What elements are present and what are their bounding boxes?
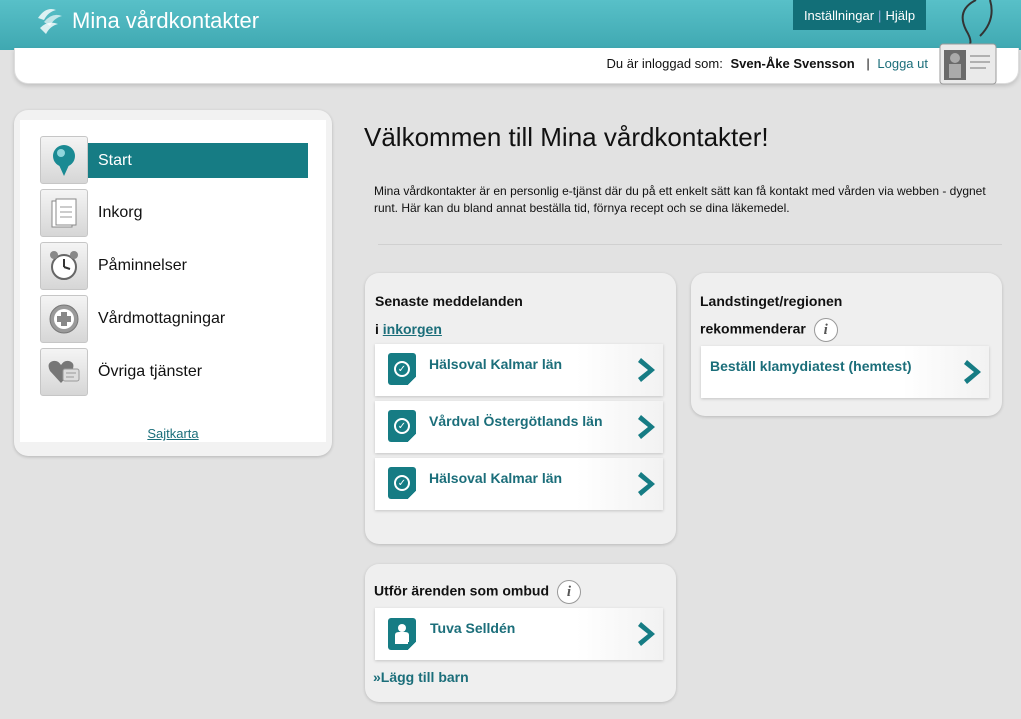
message-card[interactable]: ✓ Hälsoval Kalmar län bbox=[375, 458, 663, 510]
agent-panel-title: Utför ärenden som ombud i bbox=[374, 580, 581, 604]
separator: | bbox=[866, 56, 870, 71]
separator: | bbox=[878, 7, 882, 23]
agent-person-card[interactable]: Tuva Selldén bbox=[375, 608, 663, 660]
sitemap-link[interactable]: Sajtkarta bbox=[20, 426, 326, 441]
region-panel-title-text: rekommenderar bbox=[700, 320, 806, 337]
sidebar-item-label: Vårdmottagningar bbox=[98, 310, 226, 327]
app-title: Mina vårdkontakter bbox=[72, 8, 260, 33]
chevron-right-icon bbox=[638, 622, 655, 646]
divider bbox=[378, 244, 1002, 245]
sidebar-nav: Start Inkorg Påminnelser Vårdmottagninga… bbox=[20, 120, 326, 442]
messages-panel-title: Senaste meddelanden bbox=[375, 293, 523, 309]
user-info: Du är inloggad som: Sven-Åke Svensson | … bbox=[607, 56, 929, 71]
map-pin-icon bbox=[40, 136, 88, 184]
info-icon[interactable]: i bbox=[813, 318, 838, 342]
sidebar-item-label: Inkorg bbox=[98, 204, 143, 221]
sidebar-item-label: Start bbox=[88, 142, 308, 178]
subtitle-prefix: i bbox=[375, 321, 379, 337]
sidebar-item-ovriga-tjanster[interactable]: Övriga tjänster bbox=[40, 348, 308, 396]
logged-in-label: Du är inloggad som: bbox=[606, 56, 723, 71]
message-check-icon: ✓ bbox=[388, 467, 416, 499]
add-child-link[interactable]: »Lägg till barn bbox=[373, 669, 469, 685]
region-panel-title: Landstinget/regionen bbox=[700, 293, 843, 309]
alarm-clock-icon bbox=[40, 242, 88, 290]
message-card-label: Hälsoval Kalmar län bbox=[429, 470, 563, 486]
info-icon[interactable]: i bbox=[556, 580, 581, 604]
person-icon bbox=[388, 618, 416, 650]
message-card[interactable]: ✓ Hälsoval Kalmar län bbox=[375, 344, 663, 396]
message-check-icon: ✓ bbox=[388, 410, 416, 442]
inbox-link[interactable]: inkorgen bbox=[383, 321, 442, 337]
message-check-icon: ✓ bbox=[388, 353, 416, 385]
user-name: Sven-Åke Svensson bbox=[730, 56, 855, 71]
recommendation-card-label: Beställ klamydiatest (hemtest) bbox=[710, 358, 912, 374]
chevron-right-icon bbox=[638, 415, 655, 439]
app-logo[interactable]: Mina vårdkontakter bbox=[34, 4, 259, 38]
message-card-label: Hälsoval Kalmar län bbox=[429, 356, 563, 372]
chevron-right-icon bbox=[964, 360, 981, 384]
settings-link[interactable]: Inställningar bbox=[804, 8, 874, 23]
logo-icon bbox=[38, 9, 62, 34]
messages-panel: Senaste meddelanden i inkorgen ✓ Hälsova… bbox=[365, 273, 676, 544]
messages-panel-subtitle: i inkorgen bbox=[375, 321, 442, 337]
inbox-icon bbox=[40, 189, 88, 237]
help-link[interactable]: Hjälp bbox=[885, 8, 915, 23]
chevron-right-icon bbox=[638, 358, 655, 382]
user-bar: Du är inloggad som: Sven-Åke Svensson | … bbox=[14, 48, 1019, 84]
sidebar-item-paminnelser[interactable]: Påminnelser bbox=[40, 242, 308, 290]
recommendation-card[interactable]: Beställ klamydiatest (hemtest) bbox=[701, 346, 989, 398]
page-title: Välkommen till Mina vårdkontakter! bbox=[364, 122, 769, 152]
region-panel: Landstinget/regionen rekommenderar i Bes… bbox=[691, 273, 1002, 416]
message-card[interactable]: ✓ Vårdval Östergötlands län bbox=[375, 401, 663, 453]
region-panel-title-line2: rekommenderar i bbox=[700, 318, 838, 342]
sidebar-item-label: Påminnelser bbox=[98, 257, 187, 274]
settings-help-bar: Inställningar | Hjälp bbox=[793, 0, 926, 30]
sidebar-item-vardmottagningar[interactable]: Vårdmottagningar bbox=[40, 295, 308, 343]
logout-link[interactable]: Logga ut bbox=[877, 56, 928, 71]
intro-text: Mina vårdkontakter är en personlig e-tjä… bbox=[374, 184, 986, 215]
agent-panel-title-text: Utför ärenden som ombud bbox=[374, 582, 550, 599]
sidebar-item-inkorg[interactable]: Inkorg bbox=[40, 189, 308, 237]
sidebar-item-start[interactable]: Start bbox=[40, 136, 308, 184]
message-card-label: Vårdval Östergötlands län bbox=[429, 413, 603, 429]
sidebar-item-label: Övriga tjänster bbox=[98, 363, 203, 380]
top-header-bar: Mina vårdkontakter Inställningar | Hjälp bbox=[0, 0, 1021, 50]
chevron-right-icon bbox=[638, 472, 655, 496]
sidebar: Start Inkorg Påminnelser Vårdmottagninga… bbox=[14, 110, 332, 456]
id-badge-icon bbox=[939, 0, 997, 85]
medical-cross-icon bbox=[40, 295, 88, 343]
agent-person-name: Tuva Selldén bbox=[430, 620, 516, 636]
heart-chat-icon bbox=[40, 348, 88, 396]
